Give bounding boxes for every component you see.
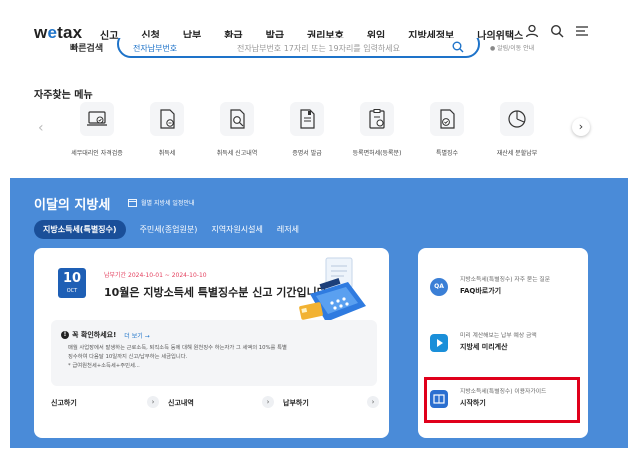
search-icon[interactable] (550, 24, 564, 38)
faq-item-registration-tax[interactable]: 등록면허세(등록분) (342, 102, 412, 157)
laptop-check-icon (80, 102, 114, 136)
notice-title: 꼭 확인하세요! (72, 331, 117, 339)
tax-tabs: 지방소득세(특별징수) 주민세(종업원분) 지역자원시설세 레저세 (34, 220, 313, 239)
pie-chart-icon (500, 102, 534, 136)
search-icon[interactable] (452, 41, 464, 53)
faq-item-property-installment[interactable]: 재산세 분할납부 (482, 102, 552, 157)
document-icon (150, 102, 184, 136)
report-history-link[interactable]: 신고내역 (168, 398, 194, 408)
search-type-select[interactable]: 전자납부번호 (133, 43, 177, 54)
search-input[interactable]: 전자납부번호 17자리 또는 19자리를 입력하세요 (237, 43, 400, 54)
monthly-info-card: 10 OCT 납부기간 2024-10-01 ~ 2024-10-10 10월은… (34, 248, 389, 438)
certificate-icon (290, 102, 324, 136)
highlight-box (424, 377, 580, 423)
clipboard-icon (360, 102, 394, 136)
menu-icon[interactable] (575, 24, 589, 38)
monthly-tax-title: 이달의 지방세 (34, 198, 111, 213)
calculator-play-icon (430, 334, 448, 352)
chevron-right-icon[interactable]: › (262, 396, 274, 408)
date-badge: 10 OCT (58, 268, 86, 298)
chevron-right-icon[interactable]: › (147, 396, 159, 408)
quick-search-box[interactable]: 전자납부번호 전자납부번호 17자리 또는 19자리를 입력하세요 (117, 38, 480, 58)
calendar-icon (128, 199, 137, 207)
quick-search-label: 빠른검색 (70, 44, 104, 54)
header-icons (525, 24, 589, 38)
tab-resident-tax[interactable]: 주민세(종업원분) (140, 224, 198, 235)
notice-more-link[interactable]: 더 보기 → (124, 331, 149, 340)
quick-search-row: 빠른검색 전자납부번호 전자납부번호 17자리 또는 19자리를 입력하세요 ●… (0, 38, 638, 62)
search-note: ● 알림/이동 안내 (490, 45, 535, 52)
monthly-schedule-link[interactable]: 월별 지방세 일정안내 (128, 198, 195, 207)
payment-period: 납부기간 2024-10-01 ~ 2024-10-10 (104, 272, 207, 279)
alert-icon: ! (61, 331, 69, 339)
document-check-icon (430, 102, 464, 136)
user-icon[interactable] (525, 24, 539, 38)
notice-box: ! 꼭 확인하세요! 더 보기 → 매월 사업장에서 발생하는 근로소득, 퇴직… (51, 320, 377, 386)
frequent-menu-title: 자주찾는 메뉴 (34, 90, 93, 101)
chevron-right-icon[interactable]: › (367, 396, 379, 408)
tab-local-income-tax[interactable]: 지방소득세(특별징수) (34, 220, 126, 239)
tab-regional-resource-tax[interactable]: 지역자원시설세 (211, 224, 263, 235)
file-report-link[interactable]: 신고하기 (51, 398, 77, 408)
pay-link[interactable]: 납부하기 (283, 398, 309, 408)
notice-body: 매월 사업장에서 발생하는 근로소득, 퇴직소득 등에 대해 원천징수 하는자가… (68, 345, 287, 369)
carousel-prev-button[interactable]: ‹ (38, 120, 44, 136)
faq-item-certificate[interactable]: 증명서 발급 (272, 102, 342, 157)
faq-item-agent-verify[interactable]: 세무대리인 자격검증 (62, 102, 132, 157)
document-search-icon (220, 102, 254, 136)
frequent-menu: 자주찾는 메뉴 ‹ › 세무대리인 자격검증 취득세 취득세 신고내역 증명서 … (10, 62, 628, 170)
carousel-next-button[interactable]: › (572, 118, 590, 136)
faq-item-acquisition-tax[interactable]: 취득세 (132, 102, 202, 157)
tab-leisure-tax[interactable]: 레저세 (277, 224, 299, 235)
qa-icon: QA (430, 278, 448, 296)
faq-item-special-collection[interactable]: 특별징수 (412, 102, 482, 157)
faq-item-acquisition-history[interactable]: 취득세 신고내역 (202, 102, 272, 157)
